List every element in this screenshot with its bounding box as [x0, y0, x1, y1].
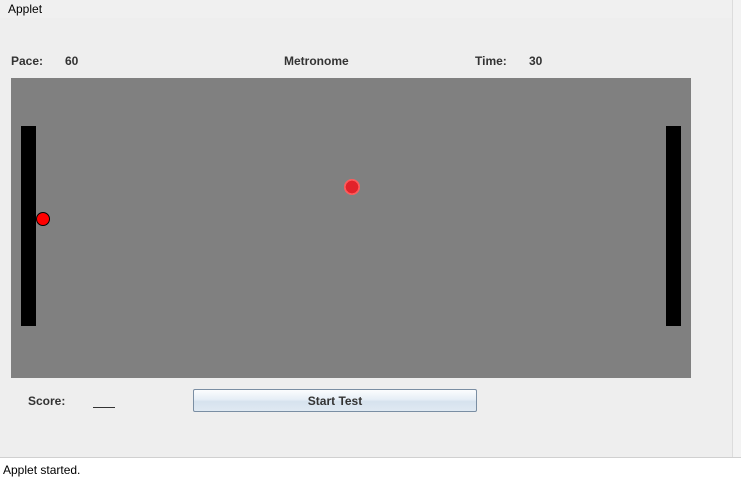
right-paddle	[666, 126, 681, 326]
pace-label: Pace:	[11, 54, 44, 68]
game-field[interactable]	[11, 78, 691, 378]
score-value	[93, 393, 115, 408]
applet-menu-label[interactable]: Applet	[8, 2, 42, 16]
time-label: Time:	[475, 54, 507, 68]
status-text: Applet started.	[3, 463, 81, 477]
ball	[36, 212, 50, 226]
pace-value: 60	[65, 54, 79, 68]
time-value: 30	[529, 54, 543, 68]
applet-menu-strip: Applet	[0, 0, 741, 18]
left-paddle	[21, 126, 36, 326]
metronome-title: Metronome	[284, 54, 349, 68]
status-bar: Applet started.	[0, 457, 741, 484]
start-test-button[interactable]: Start Test	[193, 389, 477, 412]
metronome-indicator	[344, 179, 360, 195]
window-right-edge	[732, 0, 741, 457]
score-label: Score:	[28, 394, 66, 408]
